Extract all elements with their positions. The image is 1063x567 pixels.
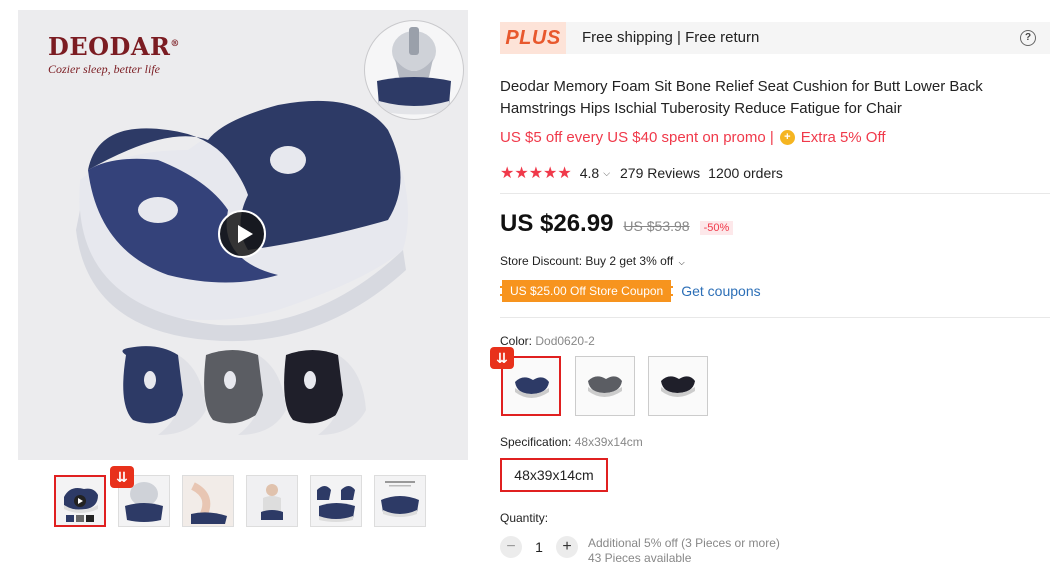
quantity-input[interactable]: 1 xyxy=(522,539,556,555)
star-rating-icon: ★★★★★ xyxy=(500,165,572,182)
store-discount[interactable]: Store Discount: Buy 2 get 3% off ⌵ xyxy=(500,254,685,268)
plus-bar: PLUS Free shipping | Free return ? xyxy=(500,22,1050,54)
rating-row: ★★★★★ 4.8 ⌵ 279 Reviews 1200 orders xyxy=(500,163,783,183)
stock-available: 43 Pieces available xyxy=(588,551,692,565)
quantity-stepper: − 1 + xyxy=(500,536,578,558)
plus-logo: PLUS xyxy=(500,22,566,54)
thumbnail-6[interactable] xyxy=(374,475,426,527)
thumbnail-5[interactable] xyxy=(310,475,362,527)
color-swatch-gray[interactable] xyxy=(575,356,635,416)
store-discount-text: Store Discount: Buy 2 get 3% off xyxy=(500,254,674,268)
chevron-down-icon: ⌵ xyxy=(678,258,685,267)
thumbnail-4[interactable] xyxy=(246,475,298,527)
reviews-count[interactable]: 279 Reviews xyxy=(620,165,700,181)
quantity-minus-button[interactable]: − xyxy=(500,536,522,558)
color-swatch-black[interactable] xyxy=(648,356,708,416)
original-price: US $53.98 xyxy=(623,218,690,234)
help-icon[interactable]: ? xyxy=(1020,30,1036,46)
current-price: US $26.99 xyxy=(500,210,614,237)
color-value: Dod0620-2 xyxy=(535,334,595,348)
rating-value[interactable]: 4.8 xyxy=(580,165,599,181)
orders-count: 1200 orders xyxy=(708,165,783,181)
promo-text[interactable]: US $5 off every US $40 spent on promo | xyxy=(500,129,774,146)
plus-shipping-text: Free shipping | Free return xyxy=(582,29,760,46)
chevron-down-icon[interactable]: ⌵ xyxy=(603,168,610,179)
extra-off-text[interactable]: Extra 5% Off xyxy=(801,129,886,146)
product-title: Deodar Memory Foam Sit Bone Relief Seat … xyxy=(500,78,983,117)
download-badge-icon[interactable]: ⇊ xyxy=(490,347,514,369)
discount-badge: -50% xyxy=(699,221,734,235)
divider xyxy=(500,317,1050,318)
spec-value: 48x39x14cm xyxy=(574,435,643,449)
divider xyxy=(500,193,1050,194)
main-product-image[interactable]: DEODAR® Cozier sleep, better life xyxy=(18,10,468,460)
price-row: US $26.99 US $53.98 -50% xyxy=(500,210,734,238)
coin-icon: + xyxy=(779,130,795,145)
bulk-discount-note: Additional 5% off (3 Pieces or more) xyxy=(588,536,780,550)
quantity-plus-button[interactable]: + xyxy=(556,536,578,558)
spec-option-48x39x14[interactable]: 48x39x14cm xyxy=(500,458,608,492)
quantity-note: Additional 5% off (3 Pieces or more) 43 … xyxy=(588,536,780,566)
thumbnail-3[interactable] xyxy=(182,475,234,527)
quantity-label: Quantity: xyxy=(500,511,549,525)
promo-line: US $5 off every US $40 spent on promo | … xyxy=(500,129,886,146)
store-coupon[interactable]: US $25.00 Off Store Coupon xyxy=(500,280,674,302)
spec-label: Specification: 48x39x14cm xyxy=(500,435,643,449)
download-badge-icon[interactable]: ⇊ xyxy=(110,466,134,488)
play-video-button[interactable] xyxy=(218,210,266,258)
coupon-row: US $25.00 Off Store Coupon Get coupons xyxy=(500,280,761,302)
thumbnail-1[interactable] xyxy=(54,475,106,527)
color-label: Color: Dod0620-2 xyxy=(500,334,595,348)
get-coupons-link[interactable]: Get coupons xyxy=(681,283,760,299)
